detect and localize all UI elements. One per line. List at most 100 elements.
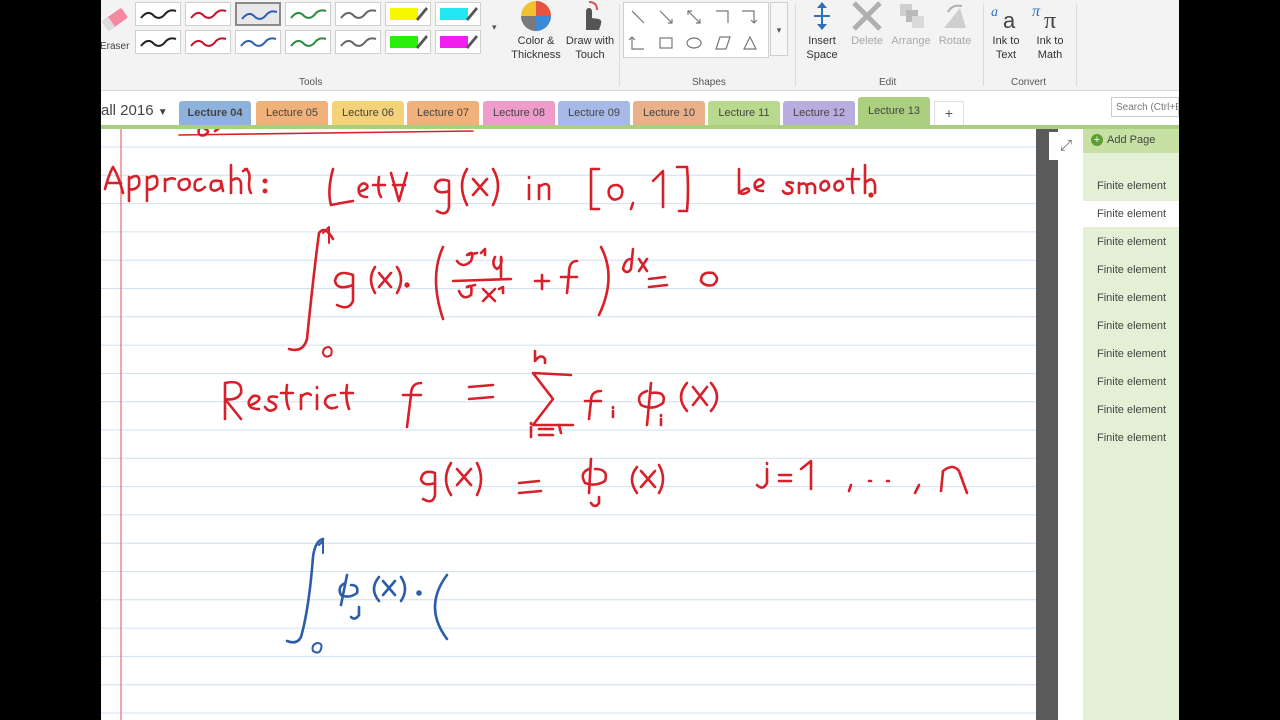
svg-text:a: a (1003, 8, 1016, 32)
ink-to-math-button[interactable]: π π Ink to Math (1029, 0, 1071, 62)
pen-gallery-dropdown[interactable]: ▾ (492, 22, 502, 34)
ink-to-text-label-1: Ink to (992, 35, 1020, 47)
section-tab[interactable]: Lecture 09 (558, 101, 630, 125)
rotate-icon (944, 4, 966, 28)
pen-swatch[interactable] (185, 2, 231, 26)
chevron-down-icon: ▼ (157, 107, 168, 118)
insert-space-label-1: Insert (808, 35, 836, 47)
section-tab[interactable]: Lecture 06 (332, 101, 404, 125)
eraser-label: Eraser (101, 41, 130, 52)
plus-icon: + (1091, 134, 1103, 146)
pen-swatch[interactable] (335, 30, 381, 54)
section-tab[interactable]: Lecture 04 (179, 101, 251, 125)
eraser-icon (102, 8, 128, 31)
pen-swatch[interactable] (435, 2, 481, 26)
ink-to-text-label-2: Text (995, 49, 1017, 61)
section-tab[interactable]: Lecture 12 (783, 101, 855, 125)
section-tab[interactable]: Lecture 08 (483, 101, 555, 125)
delete-button[interactable]: Delete (845, 0, 889, 48)
notebook-title-text: all 2016 (101, 102, 154, 119)
pages-pane-scrollbar[interactable] (1068, 250, 1082, 508)
arrange-label: Arrange (891, 35, 931, 47)
pen-swatch[interactable] (135, 30, 181, 54)
notebook-title[interactable]: all 2016 ▼ (101, 102, 168, 119)
separator (1076, 4, 1077, 86)
separator (795, 4, 796, 86)
pages-pane: + Add Page Finite element Finite element Fi… (1083, 129, 1179, 720)
separator (983, 4, 984, 86)
add-section-button[interactable]: + (934, 101, 964, 125)
handwritten-ink (103, 129, 969, 654)
shapes-gallery[interactable] (623, 2, 769, 58)
section-tab[interactable]: Lecture 10 (633, 101, 705, 125)
pen-swatch[interactable] (435, 30, 481, 54)
pen-swatch[interactable] (185, 30, 231, 54)
shapes-gallery-dropdown[interactable]: ▾ (770, 2, 788, 56)
delete-x-icon (852, 1, 882, 31)
rotate-label: Rotate (938, 35, 972, 47)
expand-icon[interactable]: ⤢ (1049, 132, 1083, 160)
pen-swatch[interactable] (285, 2, 331, 26)
pen-swatch[interactable] (335, 2, 381, 26)
draw-ribbon: Eraser ▾ Tools Color & Thickness Draw wi… (101, 0, 1179, 91)
pen-swatch[interactable] (235, 2, 281, 26)
onenote-window: Eraser ▾ Tools Color & Thickness Draw wi… (101, 0, 1179, 720)
rotate-button[interactable]: Rotate (933, 0, 977, 48)
section-tab[interactable]: Lecture 13 (858, 97, 930, 126)
shapes-icons (628, 10, 758, 50)
ink-to-text-icon: a a (991, 5, 1016, 32)
ink-to-math-label-2: Math (1037, 49, 1063, 61)
svg-text:π: π (1032, 3, 1041, 20)
add-page-button[interactable]: + Add Page (1083, 129, 1179, 153)
page-list-item[interactable]: Finite element (1083, 397, 1179, 423)
edit-group-label: Edit (879, 77, 897, 88)
arrange-icon (900, 4, 924, 28)
color-thickness-label-1: Color & (517, 35, 555, 47)
insert-space-label-2: Space (806, 49, 838, 61)
search-input[interactable]: Search (Ctrl+E) (1111, 97, 1179, 117)
insert-space-icon (814, 2, 830, 30)
draw-touch-label-2: Touch (575, 49, 605, 61)
separator (619, 4, 620, 86)
color-thickness-label-2: Thickness (511, 49, 561, 61)
pen-swatch[interactable] (385, 30, 431, 54)
ink-to-text-button[interactable]: a a Ink to Text (985, 0, 1027, 62)
add-page-label: Add Page (1107, 134, 1156, 146)
page-list-item[interactable]: Finite element (1083, 313, 1179, 339)
arrange-button[interactable]: Arrange (889, 0, 933, 48)
draw-touch-label-1: Draw with (565, 35, 615, 47)
page-list-item[interactable]: Finite element (1083, 201, 1179, 227)
page-list-item[interactable]: Finite element (1083, 229, 1179, 255)
eraser-button[interactable]: Eraser (101, 0, 133, 70)
section-tab[interactable]: Lecture 05 (256, 101, 328, 125)
section-tab[interactable]: Lecture 07 (407, 101, 479, 125)
convert-group-label: Convert (1011, 77, 1047, 88)
touch-hand-icon (586, 1, 602, 30)
pen-swatch[interactable] (285, 30, 331, 54)
pen-gallery (135, 2, 489, 58)
pen-swatch[interactable] (235, 30, 281, 54)
pen-swatch[interactable] (135, 2, 181, 26)
ink-to-math-label-1: Ink to (1036, 35, 1064, 47)
page-list-item[interactable]: Finite element (1083, 173, 1179, 199)
page-list-item[interactable]: Finite element (1083, 285, 1179, 311)
note-page[interactable] (101, 129, 1036, 720)
section-tab[interactable]: Lecture 11 (708, 101, 780, 125)
color-thickness-button[interactable]: Color & Thickness (509, 0, 563, 62)
color-wheel-icon (521, 1, 551, 31)
blue-ink-strokes (285, 537, 449, 654)
red-ink-strokes (103, 129, 969, 508)
page-list-item[interactable]: Finite element (1083, 425, 1179, 451)
page-vertical-scrollbar[interactable] (1036, 129, 1058, 720)
delete-label: Delete (851, 35, 883, 47)
page-list-item[interactable]: Finite element (1083, 341, 1179, 367)
pen-swatch[interactable] (385, 2, 431, 26)
svg-text:a: a (991, 5, 998, 20)
page-list-item[interactable]: Finite element (1083, 369, 1179, 395)
tools-group-label: Tools (299, 77, 323, 88)
page-list-item[interactable]: Finite element (1083, 257, 1179, 283)
shapes-group-label: Shapes (692, 77, 726, 88)
insert-space-button[interactable]: Insert Space (799, 0, 845, 62)
draw-with-touch-button[interactable]: Draw with Touch (563, 0, 617, 62)
ink-to-math-icon: π π (1032, 3, 1056, 32)
